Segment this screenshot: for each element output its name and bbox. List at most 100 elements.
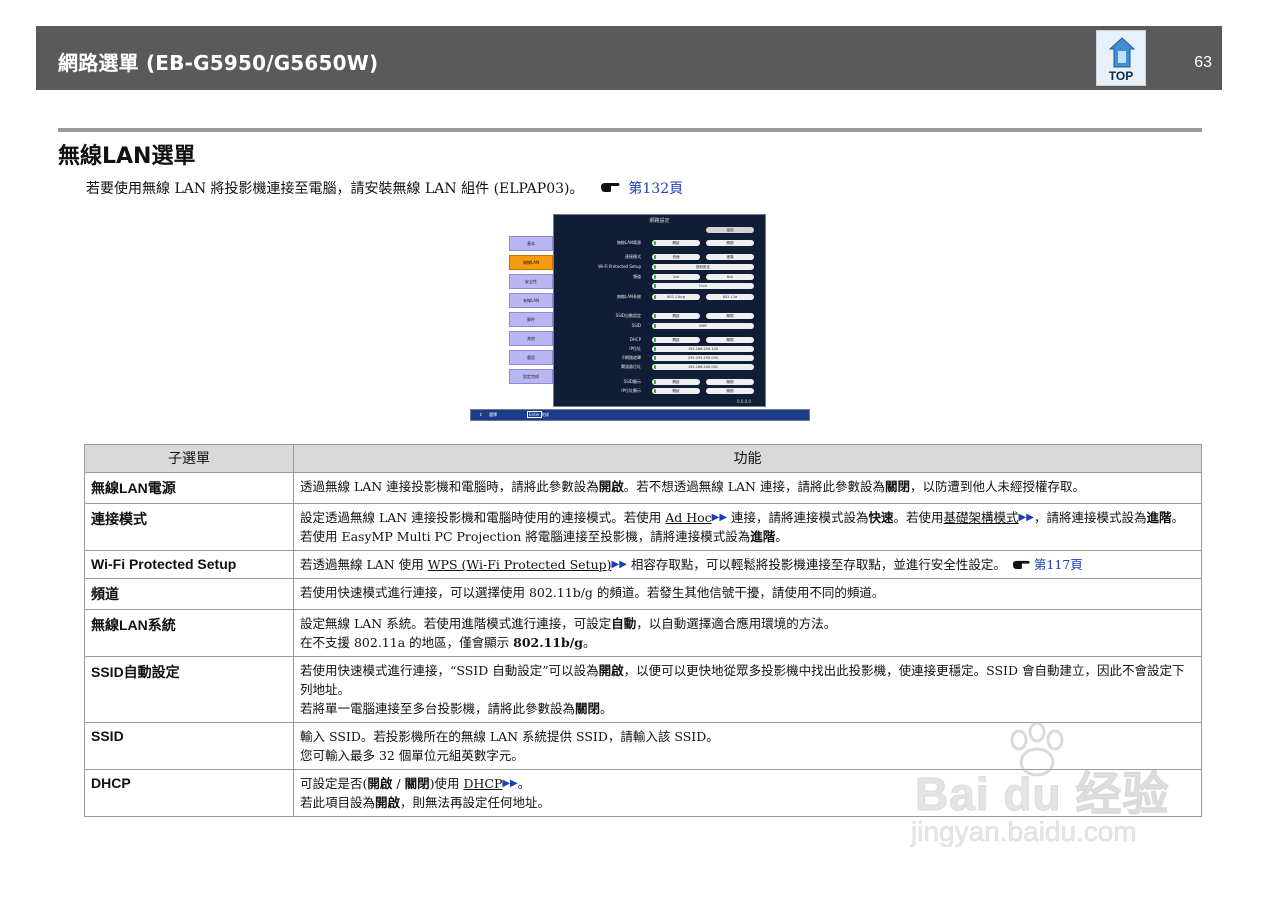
emphasized-value: 關閉: [404, 776, 430, 791]
submenu-function-table: 子選單 功能 無線LAN電源 透過無線 LAN 連接投影機和電腦時，請將此參數設為…: [84, 444, 1202, 817]
menu-setting-option: 關閉: [706, 240, 754, 246]
menu-setting-option: 關閉: [706, 313, 754, 319]
description-text: 。: [583, 635, 596, 650]
description-text: 在不支援 802.11a 的地區，僅會顯示: [300, 635, 514, 650]
glossary-link[interactable]: Ad Hoc: [665, 510, 711, 525]
menu-setting-option: 192.168.200.001: [652, 364, 754, 370]
glossary-link[interactable]: 基礎架構模式: [944, 510, 1019, 525]
menu-setting-label: IP位址: [629, 346, 641, 351]
menu-setting-option: 按鈕設定: [652, 264, 754, 270]
menu-panel-title: 網路設定: [649, 218, 670, 224]
menu-setting-row: DHCP 開啟 關閉: [554, 336, 767, 344]
submenu-name: Wi-Fi Protected Setup: [84, 550, 294, 579]
description-line: 您可輸入最多 32 個單位元組英數字元。: [300, 746, 1195, 765]
description-text: /: [392, 776, 405, 791]
description-text: 。若不想透過無線 LAN 連接，請將此參數設為: [623, 479, 885, 494]
header-function: 功能: [293, 444, 1202, 473]
menu-setting-label: 子網路遮罩: [621, 355, 641, 360]
menu-setting-row: 無線LAN電源 開啟 關閉: [554, 239, 767, 247]
section-title: 無線LAN選單: [58, 144, 196, 169]
menu-setting-label: 閘道器位址: [621, 364, 641, 369]
description-text: 。若使用: [893, 510, 944, 525]
menu-setting-row: IP位址 192.168.200.100: [554, 345, 767, 353]
projector-menu-screenshot: 基本 無線LAN 安全性 有線LAN 郵件 其他 重設 設定完成 網路設定 返回 無線LAN電…: [470, 214, 810, 422]
menu-setting-row: SSID顯示 開啟 關閉: [554, 378, 767, 386]
emphasized-value: 關閉: [575, 701, 601, 716]
table-row: 無線LAN系統 設定無線 LAN 系統。若使用進階模式進行連接，可設定自動，以自動…: [84, 609, 1202, 657]
menu-side-item: 安全性: [509, 274, 553, 289]
glossary-link[interactable]: DHCP: [463, 776, 502, 791]
menu-side-item: 重設: [509, 350, 553, 365]
emphasized-value: 進階: [750, 529, 776, 544]
glossary-link[interactable]: WPS (Wi-Fi Protected Setup): [428, 557, 612, 572]
description-text: 您可輸入最多 32 個單位元組英數字元。: [300, 748, 524, 763]
emphasized-value: 802.11b/g: [513, 635, 584, 650]
menu-setting-row: 11ch: [554, 282, 767, 290]
menu-setting-row: Wi-Fi Protected Setup 按鈕設定: [554, 263, 767, 271]
menu-setting-option: 開啟: [652, 337, 700, 343]
description-text: 。: [600, 701, 613, 716]
menu-setting-option: 進階: [706, 254, 754, 260]
menu-setting-option: 802.11a: [706, 294, 754, 300]
menu-side-item: 基本: [509, 236, 553, 251]
description-line: 若使用快速模式進行連接，“SSID 自動設定”可以設為開啟，以便可以更快地從眾多…: [300, 661, 1195, 699]
description-line: 可設定是否(開啟 / 關閉)使用 DHCP▶▶。: [300, 774, 1195, 793]
page-number: 63: [1194, 54, 1212, 71]
menu-setting-option: 11ch: [652, 283, 754, 289]
glossary-arrow-icon: ▶▶: [1018, 512, 1034, 523]
description-line: 設定透過無線 LAN 連接投影機和電腦時使用的連接模式。若使用 Ad Hoc▶▶…: [300, 508, 1195, 546]
table-row: DHCP 可設定是否(開啟 / 關閉)使用 DHCP▶▶。 若此項目設為開啟，則無法…: [84, 769, 1202, 817]
menu-setting-option: 開啟: [652, 379, 700, 385]
menu-setting-option: 關閉: [706, 379, 754, 385]
menu-setting-option: EMP: [652, 323, 754, 329]
description-text: 相容存取點，可以輕鬆將投影機連接至存取點，並進行安全性設定。: [626, 557, 1006, 572]
submenu-name: 連接模式: [84, 503, 294, 551]
submenu-name: DHCP: [84, 769, 294, 817]
emphasized-value: 開啟: [367, 776, 393, 791]
footer-enter: Enter: [527, 411, 542, 418]
submenu-name: 無線LAN電源: [84, 472, 294, 504]
submenu-name: 無線LAN系統: [84, 609, 294, 657]
pointing-hand-icon: [600, 181, 620, 197]
description-text: 連接，請將連接模式設為: [727, 510, 869, 525]
description-text: )使用: [429, 776, 464, 791]
function-description: 可設定是否(開啟 / 關閉)使用 DHCP▶▶。 若此項目設為開啟，則無法再設定任…: [293, 769, 1202, 817]
menu-setting-option: 1ch: [652, 274, 700, 280]
description-text: 可設定是否(: [300, 776, 368, 791]
glossary-arrow-icon: ▶▶: [711, 512, 728, 523]
menu-setting-label: SSID顯示: [623, 379, 641, 384]
description-text: ，請將連接模式設為: [1033, 510, 1147, 525]
description-text: 若透過無線 LAN 使用: [300, 557, 428, 572]
page-header: 網路選單 (EB-G5950/G5650W) TOP 63: [36, 26, 1222, 90]
description-text: 。: [517, 776, 531, 791]
table-row: 無線LAN電源 透過無線 LAN 連接投影機和電腦時，請將此參數設為開啟。若不想透…: [84, 472, 1202, 504]
description-text: 若使用快速模式進行連接，可以選擇使用 802.11b/g 的頻道。若發生其他信號…: [300, 585, 885, 600]
description-text: ，以防遭到他人未經授權存取。: [909, 479, 1085, 494]
menu-setting-row: 子網路遮罩 255.255.255.000: [554, 354, 767, 362]
description-text: 若將單一電腦連接至多台投影機，請將此參數設為: [300, 701, 576, 716]
menu-setting-row: 頻道 1ch 6ch: [554, 273, 767, 281]
select-hint-icon: ↕: [479, 412, 483, 417]
description-text: ，則無法再設定任何地址。: [400, 795, 551, 810]
table-row: SSID自動設定 若使用快速模式進行連接，“SSID 自動設定”可以設為開啟，以便…: [84, 656, 1202, 723]
top-button[interactable]: TOP: [1096, 30, 1146, 86]
submenu-name: SSID自動設定: [84, 656, 294, 723]
function-description: 若透過無線 LAN 使用 WPS (Wi-Fi Protected Setup)…: [293, 550, 1202, 579]
menu-setting-row: SSID EMP: [554, 322, 767, 330]
menu-setting-label: SSID自動設定: [615, 313, 641, 318]
emphasized-value: 開啟: [375, 795, 401, 810]
description-line: 在不支援 802.11a 的地區，僅會顯示 802.11b/g。: [300, 633, 1195, 652]
description-line: 輸入 SSID。若投影機所在的無線 LAN 系統提供 SSID，請輸入該 SSI…: [300, 727, 1195, 746]
description-line: 設定無線 LAN 系統。若使用進階模式進行連接，可設定自動，以自動選擇適合應用環…: [300, 614, 1195, 633]
menu-setting-option: 255.255.255.000: [652, 355, 754, 361]
intro-text: 若要使用無線 LAN 將投影機連接至電腦，請安裝無線 LAN 組件 (ELPAP…: [86, 181, 584, 197]
footer-select: 選擇: [489, 412, 497, 417]
description-line: 透過無線 LAN 連接投影機和電腦時，請將此參數設為開啟。若不想透過無線 LAN…: [300, 477, 1195, 496]
menu-setting-option: 關閉: [706, 337, 754, 343]
intro-page-link[interactable]: 第132頁: [628, 181, 683, 197]
page-reference-link[interactable]: 第117頁: [1034, 557, 1083, 572]
emphasized-value: 快速: [868, 510, 894, 525]
table-header-row: 子選單 功能: [84, 444, 1202, 473]
description-text: 若使用快速模式進行連接，“SSID 自動設定”可以設為: [300, 663, 599, 678]
menu-setting-option: 6ch: [706, 274, 754, 280]
